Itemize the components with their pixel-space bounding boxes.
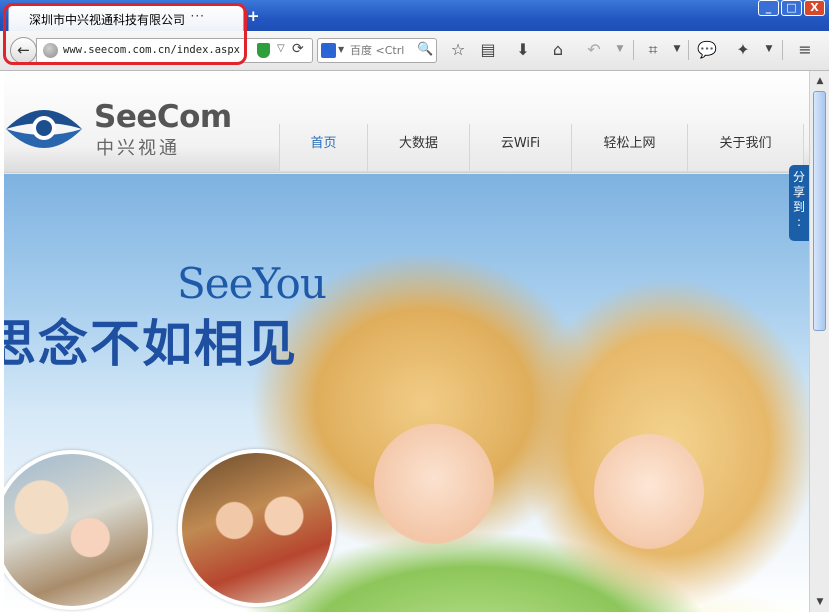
family-photo-circle[interactable] <box>4 450 152 610</box>
scroll-up-icon[interactable]: ▲ <box>812 73 828 89</box>
vertical-scrollbar[interactable]: ▲ ▼ <box>809 71 829 612</box>
share-sidebar-tab[interactable]: 分享到 : <box>789 165 809 241</box>
share-more-icon: : <box>796 215 802 229</box>
page-viewport: SeeCom 中兴视通 首页 大数据 云WiFi 轻松上网 关于我们 SeeYo… <box>4 71 809 612</box>
extension-icon[interactable]: ✦ <box>733 40 753 59</box>
home-icon[interactable]: ⌂ <box>548 40 568 59</box>
extension-dropdown-icon[interactable]: ▼ <box>759 44 779 54</box>
close-window-button[interactable]: X <box>804 0 825 16</box>
menu-hamburger-icon[interactable]: ≡ <box>795 40 815 59</box>
maximize-button[interactable]: □ <box>781 0 802 16</box>
girls-phone-photo-circle[interactable] <box>178 449 336 607</box>
url-dropdown-icon[interactable]: ▽ <box>277 43 285 54</box>
search-box[interactable]: 🐾 ▼ 🔍 <box>317 38 437 63</box>
hero-banner[interactable]: SeeYou 思念不如相见 <box>4 174 809 612</box>
new-tab-button[interactable]: + <box>247 7 260 25</box>
nav-cloud-wifi[interactable]: 云WiFi <box>469 124 571 171</box>
engine-dropdown-icon[interactable]: ▼ <box>338 45 344 54</box>
share-label: 分享到 <box>793 170 806 214</box>
scroll-down-icon[interactable]: ▼ <box>812 594 828 610</box>
scroll-thumb[interactable] <box>813 91 826 331</box>
banner-slogan: 思念不如相见 <box>4 315 298 373</box>
toolbar-separator <box>782 40 783 60</box>
undo-dropdown-icon[interactable]: ▼ <box>610 44 630 54</box>
crop-dropdown-icon[interactable]: ▼ <box>667 44 687 54</box>
toolbar-separator <box>688 40 689 60</box>
hero-photo-child-right <box>594 434 704 549</box>
site-header: SeeCom 中兴视通 首页 大数据 云WiFi 轻松上网 关于我们 <box>4 71 809 173</box>
nav-easy-internet[interactable]: 轻松上网 <box>571 124 687 171</box>
search-input[interactable] <box>350 42 410 59</box>
shield-icon[interactable] <box>257 43 270 58</box>
banner-title-en: SeeYou <box>177 259 327 308</box>
crop-icon[interactable]: ⌗ <box>643 40 663 60</box>
toolbar-separator <box>633 40 634 60</box>
reload-icon[interactable]: ⟳ <box>292 41 304 57</box>
download-icon[interactable]: ⬇ <box>513 40 533 59</box>
main-nav: 首页 大数据 云WiFi 轻松上网 关于我们 <box>279 124 804 173</box>
hero-photo-child-left <box>374 424 494 544</box>
nav-about-us[interactable]: 关于我们 <box>687 124 804 171</box>
magnifier-icon[interactable]: 🔍 <box>417 42 433 57</box>
undo-icon[interactable]: ↶ <box>584 40 604 59</box>
seecom-logo-icon[interactable] <box>4 95 84 155</box>
baidu-paw-icon[interactable]: 🐾 <box>321 43 336 58</box>
logo-text-en[interactable]: SeeCom <box>94 99 232 135</box>
chat-bubble-icon[interactable]: 💬 <box>697 40 717 59</box>
nav-big-data[interactable]: 大数据 <box>367 124 469 171</box>
annotation-highlight-box <box>3 3 247 65</box>
logo-text-cn[interactable]: 中兴视通 <box>96 134 180 160</box>
nav-home[interactable]: 首页 <box>279 124 367 171</box>
minimize-button[interactable]: _ <box>758 0 779 16</box>
bookmark-star-icon[interactable]: ☆ <box>448 40 468 59</box>
reading-list-icon[interactable]: ▤ <box>478 40 498 59</box>
